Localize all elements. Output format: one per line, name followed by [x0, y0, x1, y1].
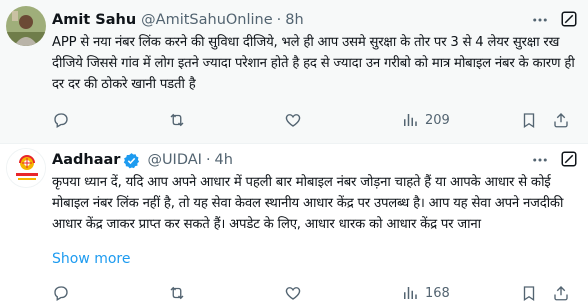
- separator-dot: ·: [276, 12, 282, 28]
- share-button[interactable]: [552, 283, 570, 303]
- author-handle[interactable]: @UIDAI: [147, 152, 202, 168]
- author-handle[interactable]: @AmitSahuOnline: [141, 12, 273, 28]
- repost-icon: [170, 113, 184, 127]
- tweet-actions: 168: [52, 283, 582, 303]
- share-button[interactable]: [552, 110, 570, 130]
- grok-icon[interactable]: [560, 10, 578, 28]
- views-value: 168: [425, 285, 450, 301]
- tweet[interactable]: Aadhaar @UIDAI · 4h कृपया ध्यान दें, यदि…: [0, 144, 588, 307]
- aadhaar-logo-icon: [7, 149, 45, 187]
- show-more-link[interactable]: Show more: [52, 251, 131, 267]
- bookmark-button[interactable]: [520, 110, 538, 130]
- user-photo-avatar-icon: [6, 6, 46, 46]
- analytics-icon: [404, 287, 417, 299]
- reply-button[interactable]: [52, 283, 70, 303]
- analytics-icon: [404, 114, 417, 126]
- tweet-header: Aadhaar @UIDAI · 4h: [52, 148, 233, 172]
- tweet-text: APP से नया नंबर लिंक करने की सुविधा दीजि…: [52, 35, 575, 92]
- tweet-actions: 209: [52, 110, 582, 130]
- more-options-icon[interactable]: [530, 150, 550, 170]
- author-name[interactable]: Amit Sahu: [52, 12, 136, 28]
- tweet-header: Amit Sahu @AmitSahuOnline · 8h: [52, 8, 304, 32]
- bookmark-icon: [523, 286, 535, 302]
- heart-icon: [285, 287, 301, 300]
- views-value: 209: [425, 112, 450, 128]
- reply-icon: [54, 286, 68, 301]
- tweet-text: कृपया ध्यान दें, यदि आप अपने आधार में पह…: [52, 175, 564, 232]
- bookmark-button[interactable]: [520, 283, 538, 303]
- bookmark-icon: [523, 113, 535, 129]
- grok-icon[interactable]: [560, 150, 578, 168]
- like-button[interactable]: [284, 110, 302, 130]
- more-options-icon[interactable]: [530, 10, 550, 30]
- views-count[interactable]: 168: [401, 283, 450, 303]
- repost-button[interactable]: [168, 283, 186, 303]
- user-avatar[interactable]: [6, 6, 46, 46]
- heart-icon: [285, 114, 301, 127]
- tweet[interactable]: Amit Sahu @AmitSahuOnline · 8h APP से नय…: [0, 0, 588, 143]
- repost-button[interactable]: [168, 110, 186, 130]
- reply-icon: [54, 113, 68, 128]
- timestamp[interactable]: 8h: [285, 12, 303, 28]
- repost-icon: [170, 286, 184, 300]
- share-icon: [554, 113, 568, 128]
- like-button[interactable]: [284, 283, 302, 303]
- author-name[interactable]: Aadhaar: [52, 152, 120, 168]
- timestamp[interactable]: 4h: [215, 152, 233, 168]
- user-avatar[interactable]: [6, 148, 46, 188]
- separator-dot: ·: [205, 152, 211, 168]
- views-count[interactable]: 209: [401, 110, 450, 130]
- share-icon: [554, 286, 568, 301]
- reply-button[interactable]: [52, 110, 70, 130]
- verified-badge-icon: [124, 152, 140, 168]
